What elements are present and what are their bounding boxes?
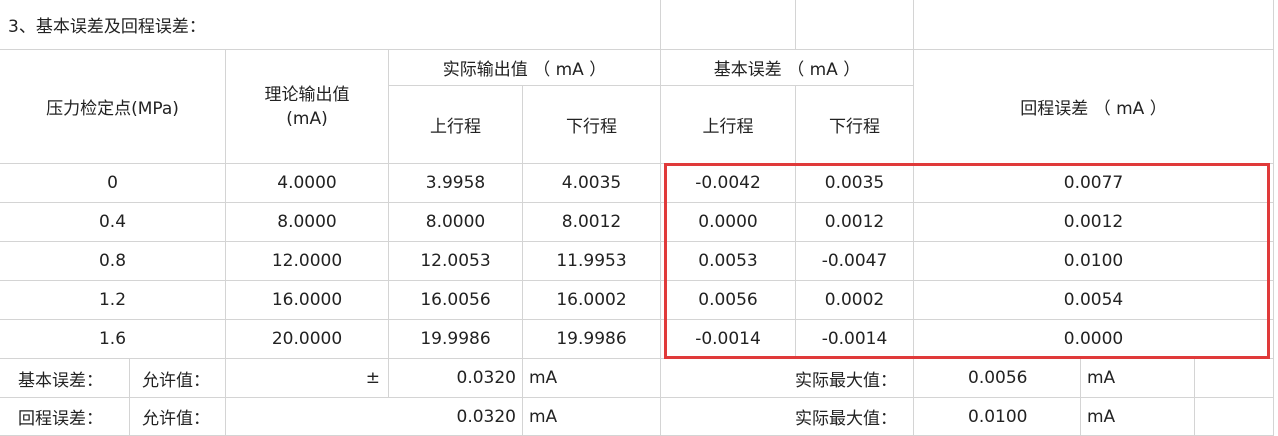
cell-error-down[interactable]: -0.0047 <box>796 242 914 281</box>
cell-error-up[interactable]: -0.0042 <box>661 164 796 203</box>
cell-error-down[interactable]: 0.0035 <box>796 164 914 203</box>
header-error-up[interactable]: 上行程 <box>661 86 796 164</box>
cell-theory[interactable]: 12.0000 <box>226 242 389 281</box>
section-title[interactable]: 3、基本误差及回程误差： <box>0 0 661 50</box>
cell-error-down[interactable]: 0.0012 <box>796 203 914 242</box>
cell-error-down[interactable]: -0.0014 <box>796 320 914 359</box>
cell-point[interactable]: 0.8 <box>0 242 226 281</box>
cell-theory[interactable]: 20.0000 <box>226 320 389 359</box>
cell-error-up[interactable]: -0.0014 <box>661 320 796 359</box>
header-actual-up[interactable]: 上行程 <box>389 86 523 164</box>
cell-hysteresis[interactable]: 0.0012 <box>914 203 1274 242</box>
cell-actual-down[interactable]: 8.0012 <box>523 203 661 242</box>
summary-hysteresis-max-unit[interactable]: mA <box>1081 398 1195 436</box>
header-theoretical-output-line2: (mA) <box>286 108 328 129</box>
header-basic-error[interactable]: 基本误差 （ mA ） <box>661 50 914 86</box>
cell-actual-up[interactable]: 12.0053 <box>389 242 523 281</box>
cell-actual-up[interactable]: 19.9986 <box>389 320 523 359</box>
summary-basic-unit[interactable]: mA <box>523 359 661 398</box>
cell-hysteresis[interactable]: 0.0100 <box>914 242 1274 281</box>
header-theoretical-output-line1: 理论输出值 <box>264 84 350 105</box>
summary-basic-max-value[interactable]: 0.0056 <box>914 359 1081 398</box>
summary-hysteresis-max-label[interactable]: 实际最大值： <box>661 398 914 436</box>
header-actual-down[interactable]: 下行程 <box>523 86 661 164</box>
summary-basic-allow-value[interactable]: 0.0320 <box>389 359 523 398</box>
summary-hysteresis-allow-label[interactable]: 允许值： <box>130 398 226 436</box>
cell-actual-down[interactable]: 11.9953 <box>523 242 661 281</box>
cell-actual-down[interactable]: 19.9986 <box>523 320 661 359</box>
header-actual-output[interactable]: 实际输出值 （ mA ） <box>389 50 661 86</box>
cell-actual-up[interactable]: 16.0056 <box>389 281 523 320</box>
empty-cell[interactable] <box>226 398 389 436</box>
summary-hysteresis-max-value[interactable]: 0.0100 <box>914 398 1081 436</box>
header-pressure-point[interactable]: 压力检定点(MPa) <box>0 50 226 164</box>
cell-error-up[interactable]: 0.0053 <box>661 242 796 281</box>
empty-cell[interactable] <box>1195 398 1274 436</box>
empty-cell[interactable] <box>796 0 914 50</box>
summary-basic-allow-label[interactable]: 允许值： <box>130 359 226 398</box>
cell-theory[interactable]: 4.0000 <box>226 164 389 203</box>
cell-hysteresis[interactable]: 0.0000 <box>914 320 1274 359</box>
spreadsheet-grid: 3、基本误差及回程误差： 压力检定点(MPa) 理论输出值 (mA) 实际输出值… <box>0 0 1278 436</box>
header-theoretical-output[interactable]: 理论输出值 (mA) <box>226 50 389 164</box>
summary-hysteresis-error-label[interactable]: 回程误差： <box>0 398 130 436</box>
summary-basic-max-label[interactable]: 实际最大值： <box>661 359 914 398</box>
empty-cell[interactable] <box>1195 359 1274 398</box>
cell-actual-down[interactable]: 16.0002 <box>523 281 661 320</box>
summary-hysteresis-allow-value[interactable]: 0.0320 <box>389 398 523 436</box>
cell-actual-up[interactable]: 8.0000 <box>389 203 523 242</box>
empty-cell[interactable] <box>661 0 796 50</box>
cell-point[interactable]: 0 <box>0 164 226 203</box>
cell-error-down[interactable]: 0.0002 <box>796 281 914 320</box>
cell-theory[interactable]: 16.0000 <box>226 281 389 320</box>
summary-basic-sign[interactable]: ± <box>226 359 389 398</box>
cell-theory[interactable]: 8.0000 <box>226 203 389 242</box>
empty-cell[interactable] <box>914 0 1274 50</box>
cell-error-up[interactable]: 0.0056 <box>661 281 796 320</box>
cell-hysteresis[interactable]: 0.0077 <box>914 164 1274 203</box>
summary-basic-max-unit[interactable]: mA <box>1081 359 1195 398</box>
summary-hysteresis-unit[interactable]: mA <box>523 398 661 436</box>
header-error-down[interactable]: 下行程 <box>796 86 914 164</box>
cell-hysteresis[interactable]: 0.0054 <box>914 281 1274 320</box>
cell-point[interactable]: 1.2 <box>0 281 226 320</box>
cell-actual-down[interactable]: 4.0035 <box>523 164 661 203</box>
summary-basic-error-label[interactable]: 基本误差： <box>0 359 130 398</box>
cell-error-up[interactable]: 0.0000 <box>661 203 796 242</box>
cell-actual-up[interactable]: 3.9958 <box>389 164 523 203</box>
cell-point[interactable]: 1.6 <box>0 320 226 359</box>
cell-point[interactable]: 0.4 <box>0 203 226 242</box>
header-hysteresis-error[interactable]: 回程误差 （ mA ） <box>914 50 1274 164</box>
